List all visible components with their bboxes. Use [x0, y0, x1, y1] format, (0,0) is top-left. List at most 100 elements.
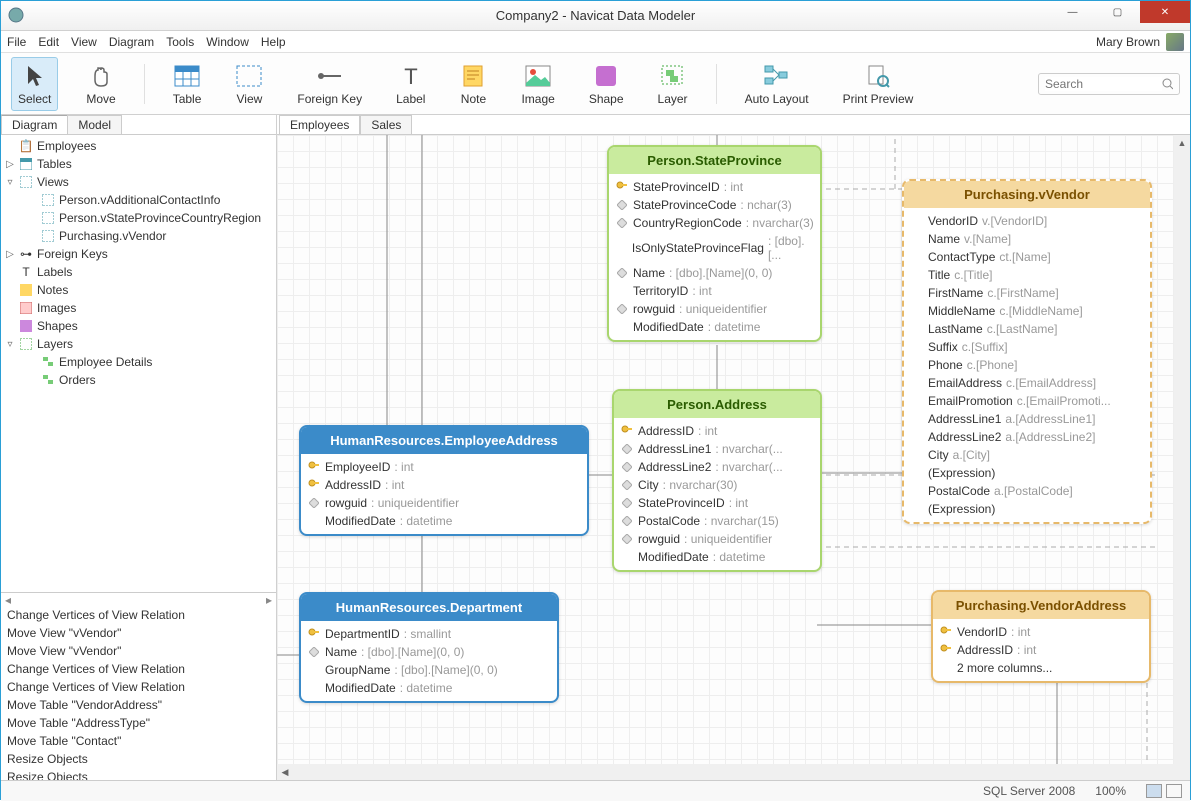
tree-employees[interactable]: 📋Employees: [1, 137, 276, 155]
field-row[interactable]: FirstName c.[FirstName]: [910, 284, 1144, 302]
tree-fkeys[interactable]: ▷⊶Foreign Keys: [1, 245, 276, 263]
field-row[interactable]: PostalCode : nvarchar(15): [620, 512, 814, 530]
view-mode-2[interactable]: [1166, 784, 1182, 798]
auto-layout-button[interactable]: Auto Layout: [739, 58, 815, 110]
menu-window[interactable]: Window: [206, 35, 249, 49]
tree-images[interactable]: Images: [1, 299, 276, 317]
tree-tables[interactable]: ▷Tables: [1, 155, 276, 173]
menu-tools[interactable]: Tools: [166, 35, 194, 49]
close-button[interactable]: ✕: [1140, 1, 1190, 23]
field-row[interactable]: AddressLine1 : nvarchar(...: [620, 440, 814, 458]
tree-view3[interactable]: Purchasing.vVendor: [1, 227, 276, 245]
entity-employee-address[interactable]: HumanResources.EmployeeAddress EmployeeI…: [299, 425, 589, 536]
field-row[interactable]: ModifiedDate : datetime: [307, 679, 551, 697]
tree-view2[interactable]: Person.vStateProvinceCountryRegion: [1, 209, 276, 227]
scroll-left-icon[interactable]: ◂: [5, 593, 11, 607]
canvas-tab-sales[interactable]: Sales: [360, 115, 412, 134]
history-item[interactable]: Move Table "AddressType": [1, 715, 276, 733]
note-button[interactable]: Note: [453, 58, 493, 110]
vertical-scrollbar[interactable]: ▲: [1174, 135, 1190, 780]
field-row[interactable]: VendorID v.[VendorID]: [910, 212, 1144, 230]
field-row[interactable]: 2 more columns...: [939, 659, 1143, 677]
field-row[interactable]: ModifiedDate : datetime: [307, 512, 581, 530]
field-row[interactable]: StateProvinceID : int: [620, 494, 814, 512]
field-row[interactable]: StateProvinceCode : nchar(3): [615, 196, 814, 214]
select-button[interactable]: Select: [11, 57, 58, 111]
field-row[interactable]: StateProvinceID : int: [615, 178, 814, 196]
history-item[interactable]: Move View "vVendor": [1, 643, 276, 661]
menu-edit[interactable]: Edit: [38, 35, 59, 49]
field-row[interactable]: PostalCode a.[PostalCode]: [910, 482, 1144, 500]
field-row[interactable]: ModifiedDate : datetime: [615, 318, 814, 336]
history-item[interactable]: Change Vertices of View Relation: [1, 679, 276, 697]
search-input[interactable]: [1045, 77, 1162, 91]
field-row[interactable]: TerritoryID : int: [615, 282, 814, 300]
field-row[interactable]: AddressLine1 a.[AddressLine1]: [910, 410, 1144, 428]
foreign-key-button[interactable]: Foreign Key: [291, 58, 368, 110]
field-row[interactable]: Phone c.[Phone]: [910, 356, 1144, 374]
entity-vvendor[interactable]: Purchasing.vVendor VendorID v.[VendorID]…: [902, 179, 1152, 524]
field-row[interactable]: LastName c.[LastName]: [910, 320, 1144, 338]
field-row[interactable]: Title c.[Title]: [910, 266, 1144, 284]
entity-state-province[interactable]: Person.StateProvince StateProvinceID : i…: [607, 145, 822, 342]
tree-view1[interactable]: Person.vAdditionalContactInfo: [1, 191, 276, 209]
field-row[interactable]: CountryRegionCode : nvarchar(3): [615, 214, 814, 232]
entity-vendor-address[interactable]: Purchasing.VendorAddress VendorID : intA…: [931, 590, 1151, 683]
view-button[interactable]: View: [229, 58, 269, 110]
field-row[interactable]: rowguid : uniqueidentifier: [615, 300, 814, 318]
history-item[interactable]: Resize Objects: [1, 769, 276, 780]
field-row[interactable]: Suffix c.[Suffix]: [910, 338, 1144, 356]
horizontal-scrollbar[interactable]: ◀: [277, 764, 1174, 780]
tree-layers[interactable]: ▿Layers: [1, 335, 276, 353]
field-row[interactable]: (Expression): [910, 464, 1144, 482]
field-row[interactable]: AddressID : int: [620, 422, 814, 440]
field-row[interactable]: Name v.[Name]: [910, 230, 1144, 248]
diagram-canvas[interactable]: Person.StateProvince StateProvinceID : i…: [277, 135, 1190, 780]
field-row[interactable]: Name : [dbo].[Name](0, 0): [615, 264, 814, 282]
history-item[interactable]: Move Table "Contact": [1, 733, 276, 751]
entity-address[interactable]: Person.Address AddressID : intAddressLin…: [612, 389, 822, 572]
field-row[interactable]: ContactType ct.[Name]: [910, 248, 1144, 266]
print-preview-button[interactable]: Print Preview: [837, 58, 920, 110]
entity-department[interactable]: HumanResources.Department DepartmentID :…: [299, 592, 559, 703]
move-button[interactable]: Move: [80, 58, 121, 110]
history-item[interactable]: Change Vertices of View Relation: [1, 607, 276, 625]
field-row[interactable]: rowguid : uniqueidentifier: [620, 530, 814, 548]
field-row[interactable]: MiddleName c.[MiddleName]: [910, 302, 1144, 320]
field-row[interactable]: ModifiedDate : datetime: [620, 548, 814, 566]
table-button[interactable]: Table: [167, 58, 208, 110]
menu-file[interactable]: File: [7, 35, 26, 49]
history-item[interactable]: Move View "vVendor": [1, 625, 276, 643]
minimize-button[interactable]: —: [1050, 1, 1095, 23]
history-item[interactable]: Resize Objects: [1, 751, 276, 769]
tree-layer1[interactable]: Employee Details: [1, 353, 276, 371]
menu-diagram[interactable]: Diagram: [109, 35, 154, 49]
scroll-right-icon[interactable]: ▸: [266, 593, 272, 607]
field-row[interactable]: (Expression): [910, 500, 1144, 518]
tab-diagram[interactable]: Diagram: [1, 115, 68, 134]
field-row[interactable]: EmailPromotion c.[EmailPromoti...: [910, 392, 1144, 410]
image-button[interactable]: Image: [515, 58, 560, 110]
field-row[interactable]: EmailAddress c.[EmailAddress]: [910, 374, 1144, 392]
field-row[interactable]: IsOnlyStateProvinceFlag : [dbo].[...: [615, 232, 814, 264]
field-row[interactable]: rowguid : uniqueidentifier: [307, 494, 581, 512]
history-item[interactable]: Move Table "VendorAddress": [1, 697, 276, 715]
field-row[interactable]: AddressLine2 : nvarchar(...: [620, 458, 814, 476]
shape-button[interactable]: Shape: [583, 58, 630, 110]
view-mode-1[interactable]: [1146, 784, 1162, 798]
search-box[interactable]: [1038, 73, 1180, 95]
menu-view[interactable]: View: [71, 35, 97, 49]
field-row[interactable]: AddressID : int: [939, 641, 1143, 659]
history-item[interactable]: Change Vertices of View Relation: [1, 661, 276, 679]
tree-shapes[interactable]: Shapes: [1, 317, 276, 335]
tree-views[interactable]: ▿Views: [1, 173, 276, 191]
field-row[interactable]: AddressID : int: [307, 476, 581, 494]
field-row[interactable]: City : nvarchar(30): [620, 476, 814, 494]
field-row[interactable]: GroupName : [dbo].[Name](0, 0): [307, 661, 551, 679]
field-row[interactable]: Name : [dbo].[Name](0, 0): [307, 643, 551, 661]
field-row[interactable]: DepartmentID : smallint: [307, 625, 551, 643]
tree-notes[interactable]: Notes: [1, 281, 276, 299]
canvas-tab-employees[interactable]: Employees: [279, 115, 360, 134]
tab-model[interactable]: Model: [67, 115, 122, 134]
menu-help[interactable]: Help: [261, 35, 286, 49]
